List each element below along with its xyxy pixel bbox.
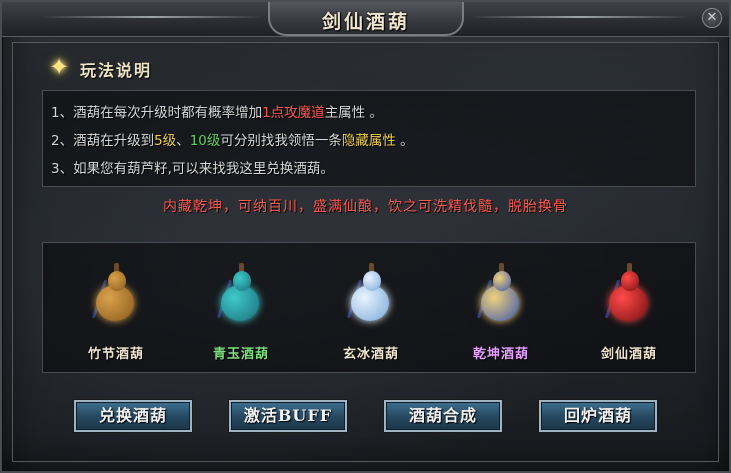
gourd-item-label: 竹节酒葫 (87, 347, 144, 362)
rule-line-2: 2、酒葫在升级到5级、10级可分别找我领悟一条隐藏属性 。 (51, 129, 414, 149)
activate-buff-button[interactable]: 激活BUFF (229, 400, 347, 432)
close-button[interactable]: ✕ (702, 8, 722, 28)
gourd-top (493, 271, 511, 291)
rule-1-highlight: 1点攻魔道 (262, 105, 325, 121)
qiankun-gourd-icon (476, 263, 525, 325)
gourd-item-label: 玄冰酒葫 (342, 347, 399, 362)
gourd-top (621, 271, 639, 291)
rule-line-3: 3、如果您有葫芦籽,可以来找我这里兑换酒葫。 (51, 157, 334, 177)
rule-2-text-mid: 可分别找我领悟一条 (220, 133, 342, 149)
combine-gourd-button[interactable]: 酒葫合成 (384, 400, 502, 432)
rule-3-number: 3、 (51, 161, 74, 177)
rule-2-level-10: 10级 (189, 133, 221, 149)
gourd-item[interactable]: 剑仙酒葫 (574, 243, 684, 372)
ice-gourd-icon (346, 263, 395, 325)
rule-2-text: 酒葫在升级到 (73, 133, 155, 149)
gourd-item-label: 乾坤酒葫 (472, 347, 529, 362)
rule-2-number: 2、 (51, 133, 74, 149)
gourd-item[interactable]: 竹节酒葫 (61, 243, 171, 372)
rule-2-level-5: 5级 (154, 133, 177, 149)
rule-3-text: 如果您有葫芦籽,可以来找我这里兑换酒葫。 (73, 161, 334, 177)
gourd-items-panel: 竹节酒葫 青玉酒葫 玄冰酒葫 乾坤酒葫 剑仙酒葫 (42, 242, 696, 373)
gourd-item-label: 剑仙酒葫 (600, 347, 657, 362)
slogan-text: 内藏乾坤，可纳百川，盛满仙酿，饮之可洗精伐髓，脱胎换骨 (163, 199, 568, 215)
gourd-top (108, 271, 126, 291)
title-decoration-right (470, 16, 690, 18)
title-bar: 剑仙酒葫 ✕ (2, 2, 729, 37)
rules-box: 1、酒葫在每次升级时都有概率增加1点攻魔道主属性 。 2、酒葫在升级到5级、10… (42, 90, 696, 187)
sword-immortal-gourd-icon (604, 263, 653, 325)
exchange-gourd-button[interactable]: 兑换酒葫 (74, 400, 192, 432)
recycle-gourd-button[interactable]: 回炉酒葫 (539, 400, 657, 432)
gourd-window: 剑仙酒葫 ✕ ✦ 玩法说明 1、酒葫在每次升级时都有概率增加1点攻魔道主属性 。… (0, 0, 731, 473)
gourd-item[interactable]: 青玉酒葫 (186, 243, 296, 372)
rule-1-number: 1、 (51, 105, 74, 121)
rules-heading: 玩法说明 (80, 61, 153, 80)
gourd-item-label: 青玉酒葫 (212, 347, 269, 362)
rule-2-separator: 、 (176, 133, 190, 149)
gourd-item[interactable]: 乾坤酒葫 (446, 243, 556, 372)
gourd-top (233, 271, 251, 291)
title-decoration-left (42, 16, 262, 18)
title-plate: 剑仙酒葫 (268, 2, 464, 36)
window-title: 剑仙酒葫 (321, 11, 410, 33)
gourd-item[interactable]: 玄冰酒葫 (316, 243, 426, 372)
rule-1-text-end: 主属性 。 (324, 105, 383, 121)
rule-2-text-end: 。 (395, 133, 414, 149)
jade-gourd-icon (216, 263, 265, 325)
rule-1-text: 酒葫在每次升级时都有概率增加 (73, 105, 263, 121)
gourd-top (363, 271, 381, 291)
rule-2-hidden-attr: 隐藏属性 (341, 133, 396, 149)
rule-line-1: 1、酒葫在每次升级时都有概率增加1点攻魔道主属性 。 (51, 101, 383, 121)
sparkle-star-icon: ✦ (48, 53, 70, 81)
bamboo-gourd-icon (91, 263, 140, 325)
rules-header: ✦ 玩法说明 (46, 54, 206, 82)
